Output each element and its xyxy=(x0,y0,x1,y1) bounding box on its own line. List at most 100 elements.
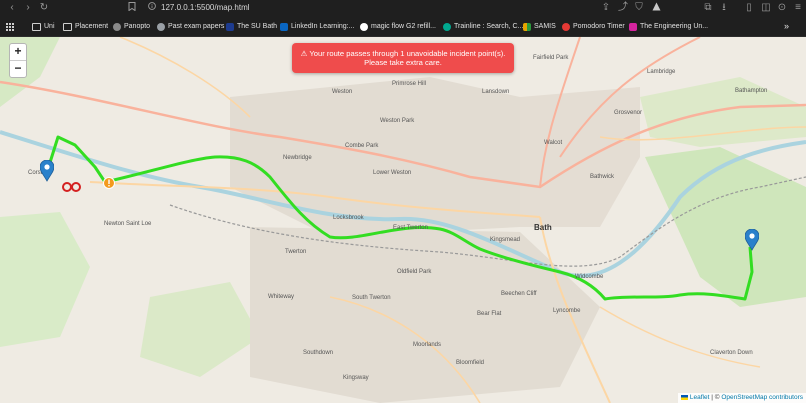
place-label: Lambridge xyxy=(647,69,676,75)
bookmark-label: Past exam papers xyxy=(168,23,225,30)
address-bar-row: ‹ › ↻ 127.0.0.1:5500/map.html ⇪ ⤴ ⛉ ⧉ ⭳ … xyxy=(0,0,806,17)
url-text[interactable]: 127.0.0.1:5500/map.html xyxy=(161,3,250,12)
su-icon xyxy=(226,22,234,31)
map-tiles xyxy=(0,37,806,403)
alert-line-1: Your route passes through 1 unavoidable … xyxy=(309,49,506,58)
s-icon xyxy=(360,22,368,31)
bookmark-uni[interactable]: Uni xyxy=(32,21,55,32)
place-label: Lyncombe xyxy=(553,308,581,314)
bookmark-page-icon[interactable] xyxy=(126,2,138,14)
place-label: Newton Saint Loe xyxy=(104,221,152,227)
start-marker-icon[interactable] xyxy=(40,160,54,182)
samis-icon xyxy=(523,22,531,31)
bookmark-trainline[interactable]: Trainline : Search, C... xyxy=(443,21,523,32)
menu-icon[interactable]: ≡ xyxy=(792,2,804,14)
globe-icon xyxy=(157,22,165,31)
attribution-separator: | © xyxy=(709,394,722,401)
bookmark-label: Placement xyxy=(75,23,109,30)
place-label: Bathampton xyxy=(735,88,768,94)
warning-icon: ⚠ xyxy=(300,49,308,58)
place-label: Lansdown xyxy=(482,89,510,95)
share-icon[interactable]: ⤴ xyxy=(617,2,629,14)
zoom-control: + − xyxy=(9,43,27,78)
bookmark-label: Panopto xyxy=(124,23,151,30)
sidebar-icon[interactable]: ▯ xyxy=(743,2,755,14)
place-label: Bloomfield xyxy=(456,360,485,366)
place-label: Fairfield Park xyxy=(533,55,569,61)
downloads-icon[interactable]: ⭳ xyxy=(718,2,730,14)
place-label: Lower Weston xyxy=(373,170,412,176)
back-icon[interactable]: ‹ xyxy=(6,2,18,14)
bookmark-label: Pomodoro Timer xyxy=(573,23,625,30)
bookmark-su-bath[interactable]: The SU Bath xyxy=(226,21,277,32)
place-label: Bear Flat xyxy=(477,311,502,317)
place-label: Southdown xyxy=(303,350,334,356)
alert-line-2: Please take extra care. xyxy=(364,58,442,67)
folder-icon xyxy=(63,22,72,31)
bookmark-label: LinkedIn Learning:... xyxy=(291,23,355,30)
place-label: Newbridge xyxy=(283,155,312,161)
profile-icon[interactable]: ⊙ xyxy=(776,2,788,14)
city-label: Bath xyxy=(534,223,552,232)
place-label: Kingsmead xyxy=(490,237,521,243)
bookmark-magic-flow[interactable]: magic flow G2 refill... xyxy=(360,21,436,32)
map-view[interactable]: Weston Primrose Hill Lansdown Fairfield … xyxy=(0,37,806,403)
brave-shield-icon[interactable]: ⛉ xyxy=(633,2,645,14)
bookmark-engineering[interactable]: The Engineering Un... xyxy=(629,21,708,32)
more-bookmarks-button[interactable]: » xyxy=(784,21,789,32)
bookmark-past-exam-papers[interactable]: Past exam papers xyxy=(157,21,224,32)
zoom-in-button[interactable]: + xyxy=(10,44,26,61)
place-label: South Twerton xyxy=(352,295,391,301)
bookmark-label: SAMIS xyxy=(534,23,556,30)
zoom-out-button[interactable]: − xyxy=(10,61,26,77)
bookmark-label: Trainline : Search, C... xyxy=(454,23,524,30)
bookmark-label: The Engineering Un... xyxy=(640,23,709,30)
install-icon[interactable]: ⇪ xyxy=(600,2,612,14)
bookmark-label: The SU Bath xyxy=(237,23,278,30)
bookmark-placement[interactable]: Placement xyxy=(63,21,108,32)
bookmark-pomodoro[interactable]: Pomodoro Timer xyxy=(562,21,625,32)
brave-rewards-icon[interactable] xyxy=(650,2,662,14)
instagram-icon xyxy=(629,22,637,31)
reload-icon[interactable]: ↻ xyxy=(38,2,50,14)
place-label: Kingsway xyxy=(343,375,369,381)
forward-icon[interactable]: › xyxy=(22,2,34,14)
linkedin-icon xyxy=(280,22,288,31)
place-label: Claverton Down xyxy=(710,350,753,356)
place-label: Combe Park xyxy=(345,143,379,149)
place-label: East Twerton xyxy=(393,225,428,231)
place-label: Widcombe xyxy=(575,274,604,280)
end-marker-icon[interactable] xyxy=(745,229,759,251)
trainline-icon xyxy=(443,22,451,31)
panopto-icon xyxy=(113,22,121,31)
bookmark-label: magic flow G2 refill... xyxy=(371,23,436,30)
folder-icon xyxy=(32,22,41,31)
osm-link[interactable]: OpenStreetMap contributors xyxy=(721,394,803,401)
place-label: Moorlands xyxy=(413,342,442,348)
place-label: Oldfield Park xyxy=(397,269,432,275)
incident-point-icon[interactable] xyxy=(103,177,115,189)
extensions-icon[interactable]: ⧉ xyxy=(702,2,714,14)
place-label: Beechen Cliff xyxy=(501,291,537,297)
place-label: Primrose Hill xyxy=(392,81,427,87)
leaflet-link[interactable]: Leaflet xyxy=(690,394,710,401)
place-label: Weston Park xyxy=(380,118,415,124)
tomato-icon xyxy=(562,22,570,31)
wallet-icon[interactable]: ◫ xyxy=(760,2,772,14)
bookmark-linkedin[interactable]: LinkedIn Learning:... xyxy=(280,21,354,32)
bookmark-samis[interactable]: SAMIS xyxy=(523,21,556,32)
place-label: Locksbrook xyxy=(333,215,364,221)
place-label: Grosvenor xyxy=(614,110,643,116)
site-info-icon[interactable] xyxy=(146,2,158,14)
bookmark-label: Uni xyxy=(44,23,55,30)
place-label: Weston xyxy=(332,89,353,95)
browser-window: ‹ › ↻ 127.0.0.1:5500/map.html ⇪ ⤴ ⛉ ⧉ ⭳ … xyxy=(0,0,806,403)
place-label: Whiteway xyxy=(268,294,295,300)
bookmarks-bar: Uni Placement Panopto Past exam papers T… xyxy=(0,17,806,37)
bookmark-panopto[interactable]: Panopto xyxy=(113,21,150,32)
place-label: Twerton xyxy=(285,249,307,255)
ukraine-flag-icon xyxy=(681,394,689,400)
place-label: Walcot xyxy=(544,140,563,146)
incident-cluster-icon[interactable] xyxy=(62,182,82,192)
apps-grid-icon[interactable] xyxy=(6,21,14,32)
